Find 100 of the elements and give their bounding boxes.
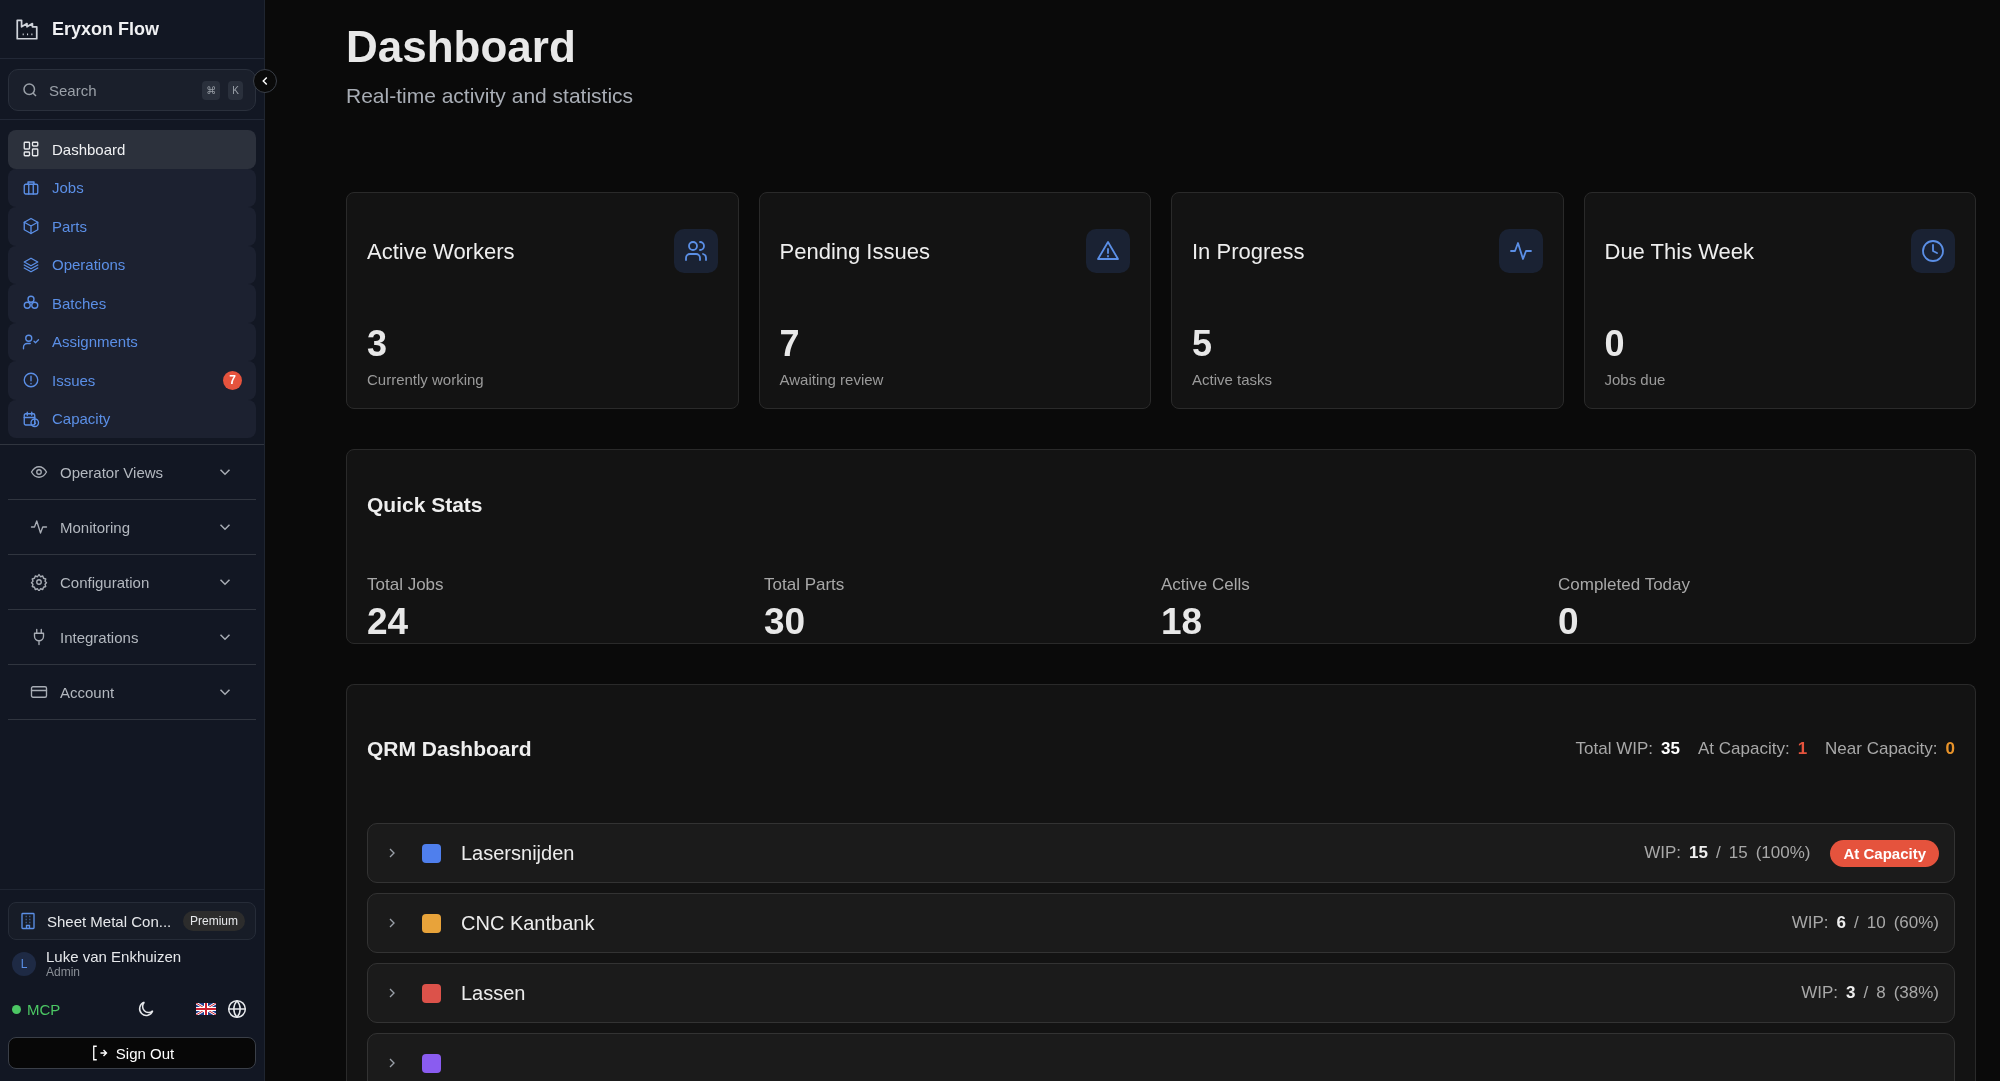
- sign-out-button[interactable]: Sign Out: [8, 1037, 256, 1069]
- nav-group[interactable]: Integrations: [8, 610, 256, 665]
- nav-group[interactable]: Account: [8, 665, 256, 720]
- group-icon: [30, 573, 48, 591]
- search-input[interactable]: Search: [47, 80, 195, 100]
- cell-row[interactable]: CNC Kantbank WIP: 6 / 10 (60%): [367, 893, 1955, 953]
- nav-item[interactable]: Batches: [8, 284, 256, 323]
- wip-separator: /: [1716, 843, 1721, 863]
- stat-label: Completed Today: [1558, 575, 1691, 595]
- nav-item[interactable]: Jobs: [8, 168, 256, 207]
- nav-group[interactable]: Configuration: [8, 555, 256, 610]
- nav-group[interactable]: Monitoring: [8, 500, 256, 555]
- cell-name: Lasersnijden: [461, 841, 575, 865]
- nav-icon: [22, 409, 40, 428]
- nav-group[interactable]: Operator Views: [8, 445, 256, 500]
- stat-caption: Active tasks: [1192, 371, 1274, 388]
- nav-item[interactable]: Operations: [8, 245, 256, 284]
- stat-value: 18: [1161, 601, 1204, 643]
- factory-icon: [14, 16, 40, 42]
- cell-row[interactable]: [367, 1033, 1955, 1081]
- summary-label: Total WIP:: [1575, 739, 1654, 759]
- organization-card[interactable]: Sheet Metal Con... Premium: [8, 902, 256, 940]
- summary-label: At Capacity:: [1697, 739, 1790, 759]
- moon-icon[interactable]: [136, 999, 156, 1019]
- stat-label: Total Parts: [764, 575, 846, 595]
- page-title: Dashboard: [346, 22, 577, 72]
- page-subtitle: Real-time activity and statistics: [346, 84, 635, 108]
- panel-title: Quick Stats: [367, 493, 484, 517]
- stat-label: Active Cells: [1161, 575, 1251, 595]
- stat-value: 30: [764, 601, 807, 643]
- user-name: Luke van Enkhuizen: [46, 948, 182, 965]
- card-title: Active Workers: [367, 239, 515, 265]
- summary-value: 0: [1945, 739, 1955, 759]
- cell-row[interactable]: Lasersnijden WIP: 15 / 15 (100%) At Capacity: [367, 823, 1955, 883]
- cell-name: CNC Kantbank: [461, 911, 595, 935]
- card-title: Pending Issues: [779, 239, 930, 265]
- card-title: Due This Week: [1604, 239, 1755, 265]
- nav-item[interactable]: Capacity: [8, 399, 256, 438]
- plan-badge: Premium: [183, 911, 245, 931]
- summary-value: 35: [1661, 739, 1680, 759]
- group-icon: [30, 683, 48, 701]
- stat-value: 3: [367, 323, 389, 365]
- shortcut-key: ⌘: [202, 80, 221, 100]
- wip-separator: /: [1863, 983, 1869, 1003]
- wip-current: 15: [1689, 843, 1708, 863]
- stat-value: 7: [779, 323, 801, 365]
- flag-icon[interactable]: [196, 1003, 216, 1015]
- count-badge: 7: [223, 370, 242, 390]
- app-name: Eryxon Flow: [52, 18, 159, 40]
- wip-limit: 10: [1866, 913, 1886, 933]
- stat-value: 0: [1558, 601, 1580, 643]
- nav-item[interactable]: Dashboard: [8, 130, 256, 169]
- wip-separator: /: [1854, 913, 1859, 933]
- nav-item[interactable]: Assignments: [8, 322, 256, 361]
- shortcut-key: K: [228, 80, 243, 100]
- stat-icon: [1086, 229, 1130, 273]
- cell-name: Lassen: [461, 981, 526, 1005]
- search-icon: [21, 81, 39, 99]
- wip-percent: (100%): [1755, 843, 1811, 863]
- nav-icon: [22, 217, 40, 236]
- wip-limit: 15: [1728, 843, 1748, 863]
- globe-icon[interactable]: [227, 999, 247, 1019]
- stat-caption: Awaiting review: [779, 371, 885, 388]
- user-role: Admin: [46, 965, 81, 979]
- wip-label: WIP:: [1801, 983, 1838, 1003]
- collapse-sidebar-button[interactable]: [253, 69, 277, 93]
- nav-item[interactable]: Parts: [8, 207, 256, 246]
- status-badge: At Capacity: [1830, 839, 1939, 867]
- search-bar[interactable]: Search ⌘ K: [8, 69, 256, 111]
- stat-icon: [673, 229, 718, 273]
- stat-value: 5: [1192, 323, 1214, 365]
- wip-current: 3: [1845, 983, 1856, 1003]
- wip-label: WIP:: [1791, 913, 1829, 933]
- stat-value: 0: [1604, 323, 1626, 365]
- nav-icon: [22, 140, 40, 159]
- stat-caption: Currently working: [367, 371, 485, 388]
- nav-icon: [22, 255, 40, 274]
- group-icon: [30, 463, 48, 481]
- stat-label: Total Jobs: [367, 575, 445, 595]
- stat-value: 24: [367, 601, 410, 643]
- wip-limit: 8: [1876, 983, 1886, 1003]
- wip-percent: (60%): [1893, 913, 1939, 933]
- group-icon: [30, 518, 48, 536]
- nav-item[interactable]: Issues 7: [8, 361, 256, 400]
- organization-name: Sheet Metal Con...: [47, 912, 173, 930]
- avatar: L: [12, 951, 36, 976]
- nav-icon: [22, 178, 40, 197]
- nav-icon: [22, 332, 40, 351]
- stat-caption: Jobs due: [1604, 371, 1667, 388]
- mcp-status: MCP: [12, 1000, 136, 1018]
- building-icon: [19, 912, 37, 930]
- wip-percent: (38%): [1893, 983, 1939, 1003]
- wip-current: 6: [1836, 913, 1846, 933]
- stat-icon: [1911, 229, 1955, 273]
- summary-label: Near Capacity:: [1825, 739, 1938, 759]
- nav-icon: [22, 371, 40, 390]
- cell-row[interactable]: Lassen WIP: 3 / 8 (38%): [367, 963, 1955, 1023]
- panel-title: QRM Dashboard: [367, 737, 532, 761]
- wip-label: WIP:: [1644, 843, 1682, 863]
- summary-value: 1: [1797, 739, 1808, 759]
